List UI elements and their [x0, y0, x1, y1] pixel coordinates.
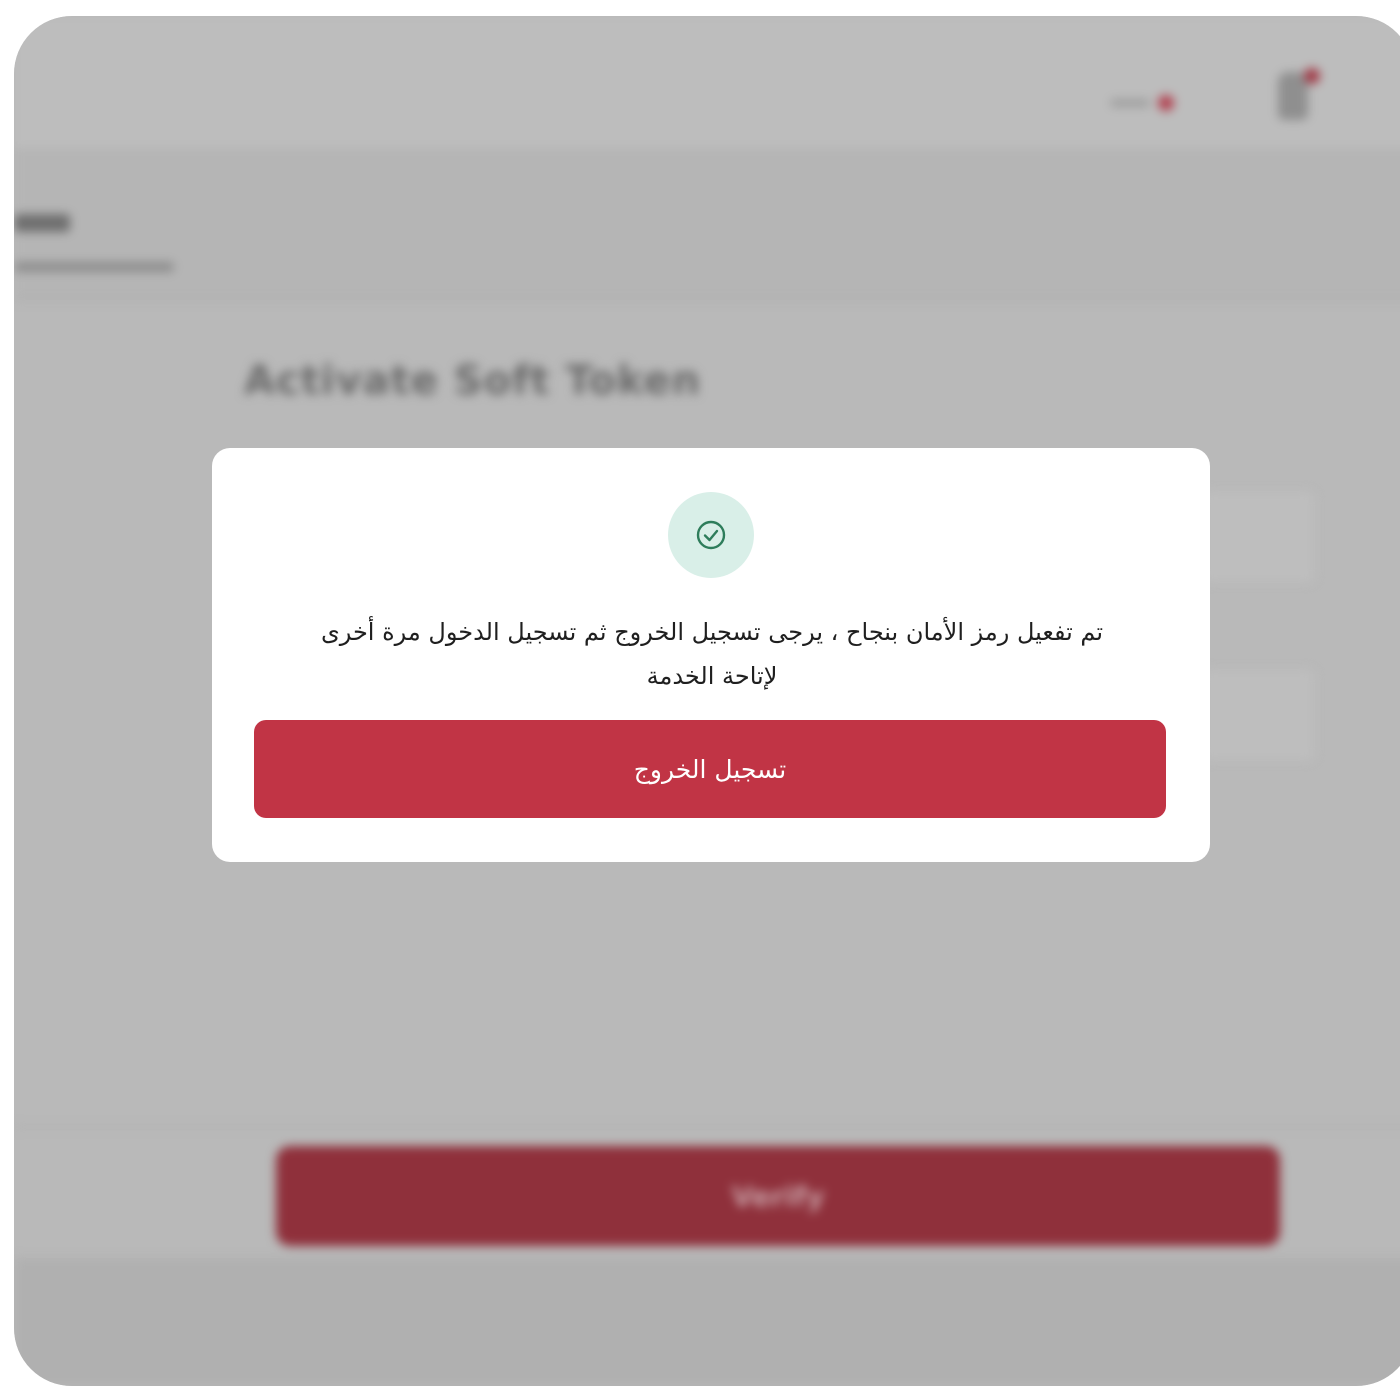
form-field: [1204, 492, 1314, 582]
bell-icon: [1278, 72, 1308, 120]
notification-badge: [1304, 68, 1320, 84]
flag-icon: [1158, 95, 1174, 111]
success-dialog: تم تفعيل رمز الأمان بنجاح ، يرجى تسجيل ا…: [212, 448, 1210, 862]
divider: [14, 1126, 1400, 1128]
check-circle-icon: [696, 520, 726, 550]
user-subtitle: [14, 262, 174, 272]
app-window: Activate Soft Token Verify تم تفعيل رمز …: [14, 16, 1400, 1386]
language-label: [1110, 99, 1150, 107]
verify-button: Verify: [276, 1146, 1280, 1246]
language-switcher: [1110, 92, 1190, 114]
footer: [14, 1258, 1400, 1386]
top-bar: [14, 16, 1400, 148]
logout-button-label: تسجيل الخروج: [633, 754, 787, 784]
success-message: تم تفعيل رمز الأمان بنجاح ، يرجى تسجيل ا…: [320, 618, 1104, 690]
user-name: [14, 214, 70, 232]
page-title: Activate Soft Token: [244, 358, 702, 404]
form-field: [1204, 670, 1314, 760]
logout-button[interactable]: تسجيل الخروج: [254, 720, 1166, 818]
success-icon-container: [668, 492, 754, 578]
page-header: [14, 148, 1400, 300]
